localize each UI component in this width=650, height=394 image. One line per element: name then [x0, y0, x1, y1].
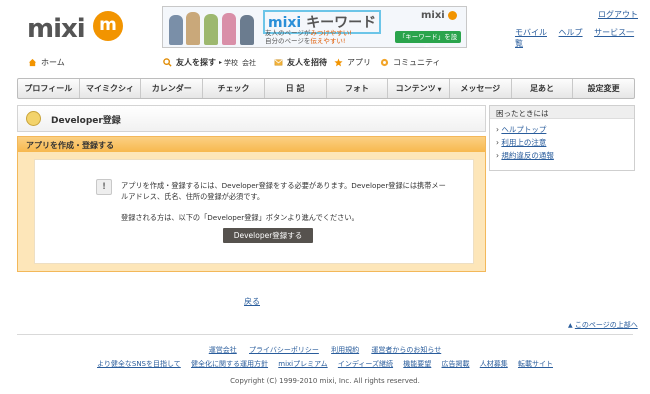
nav-footprints[interactable]: 足あと	[512, 79, 574, 98]
search-icon	[163, 58, 172, 67]
nav-contents[interactable]: コンテンツ ▼	[388, 79, 450, 98]
subnav-invite[interactable]: 友人を招待	[274, 57, 327, 68]
nav-diary[interactable]: 日 記	[265, 79, 327, 98]
footer-link[interactable]: インディーズ継続	[338, 360, 393, 368]
create-app-section: アプリを作成・登録する ! アプリを作成・登録するには、Developer登録を…	[17, 136, 486, 272]
developer-register-button[interactable]: Developer登録する	[223, 228, 313, 243]
banner-people-image	[167, 9, 259, 45]
page-title: Developer登録	[51, 116, 121, 126]
subnav-home[interactable]: ホーム	[28, 57, 65, 68]
nav-mymixi[interactable]: マイミクシィ	[80, 79, 142, 98]
sub-nav: ホーム 友人を探す ▸ 学校 会社 友人を招待 アプリ コミュニティ	[25, 54, 633, 72]
nav-message[interactable]: メッセージ	[450, 79, 512, 98]
app-star-icon	[334, 58, 343, 67]
help-link-item[interactable]: › 規約違反の通報	[496, 150, 554, 161]
subnav-app[interactable]: アプリ	[334, 57, 371, 68]
help-link[interactable]: ヘルプ	[559, 28, 583, 37]
help-box-title: 困ったときには	[496, 109, 549, 118]
mixi-badge-icon	[448, 10, 458, 20]
footer-link[interactable]: 健全化に関する運用方針	[191, 360, 268, 368]
footer-links-row2: より健全なSNSを目指して 健全化に関する運用方針 mixiプレミアム インディ…	[0, 359, 650, 369]
footer-links-row1: 運営会社 プライバシーポリシー 利用規約 運営者からのお知らせ	[0, 345, 650, 355]
keyword-banner[interactable]: mixi キーワード 友人のページがみつけやすい! 自分のページを伝えやすい! …	[162, 6, 467, 48]
help-link-item[interactable]: › 利用上の注意	[496, 137, 546, 148]
logout-link[interactable]: ログアウト	[598, 9, 638, 20]
section-title: アプリを作成・登録する	[26, 141, 114, 150]
banner-brand: mixi	[421, 10, 458, 21]
page-top-link[interactable]: ▲ このページの上部へ	[568, 320, 638, 330]
company-link: 会社	[242, 58, 257, 67]
mail-icon	[274, 59, 283, 66]
footer-link[interactable]: 運営者からのお知らせ	[371, 346, 441, 354]
mixi-logo[interactable]: mixi m	[27, 10, 127, 44]
nav-calendar[interactable]: カレンダー	[141, 79, 204, 98]
help-box: 困ったときには › ヘルプトップ › 利用上の注意 › 規約違反の通報	[489, 105, 635, 171]
footer-link[interactable]: mixiプレミアム	[278, 360, 327, 368]
warning-icon: !	[96, 179, 112, 195]
school-link: 学校	[224, 58, 239, 67]
logo-badge-icon: m	[93, 11, 123, 41]
page-title-bar: Developer登録	[17, 105, 486, 132]
subnav-community[interactable]: コミュニティ	[380, 57, 441, 68]
footer-link[interactable]: 人材募集	[480, 360, 508, 368]
smiley-icon	[26, 111, 41, 126]
section-body: ! アプリを作成・登録するには、Developer登録をする必要があります。De…	[34, 159, 474, 264]
footer-link[interactable]: より健全なSNSを目指して	[97, 360, 181, 368]
footer-link[interactable]: 運営会社	[209, 346, 237, 354]
help-link-item[interactable]: › ヘルプトップ	[496, 124, 546, 135]
banner-keyword-button[interactable]: 「キーワード」を設定!	[395, 31, 461, 47]
mobile-link[interactable]: モバイル	[515, 28, 547, 37]
instruction-message: 登録される方は、以下の「Developer登録」ボタンより進んでください。	[121, 213, 359, 222]
top-links: モバイル ヘルプ サービス一覧	[515, 27, 650, 49]
global-nav: プロフィール マイミクシィ カレンダー チェック 日 記 フォト コンテンツ ▼ …	[17, 78, 635, 99]
dropdown-arrow-icon: ▼	[437, 87, 442, 93]
section-header: アプリを作成・登録する	[18, 137, 485, 152]
home-icon	[28, 58, 37, 67]
footer-link[interactable]: プライバシーポリシー	[249, 346, 319, 354]
up-arrow-icon: ▲	[568, 322, 573, 329]
footer-link[interactable]: 利用規約	[331, 346, 359, 354]
logo-text: mixi	[27, 14, 86, 44]
back-link[interactable]: 戻る	[244, 296, 260, 307]
requirement-message: アプリを作成・登録するには、Developer登録をする必要があります。Deve…	[121, 181, 446, 201]
nav-check[interactable]: チェック	[203, 79, 265, 98]
nav-settings[interactable]: 設定変更	[573, 79, 634, 98]
nav-photo[interactable]: フォト	[327, 79, 389, 98]
footer-link[interactable]: 広告掲載	[442, 360, 470, 368]
copyright: Copyright (C) 1999-2010 mixi, Inc. All r…	[230, 377, 420, 385]
banner-text: 友人のページがみつけやすい! 自分のページを伝えやすい!	[265, 29, 352, 45]
subnav-find-friends[interactable]: 友人を探す ▸ 学校 会社	[163, 57, 256, 68]
footer-divider	[17, 334, 633, 335]
community-icon	[380, 58, 389, 67]
footer-link[interactable]: 機能要望	[403, 360, 431, 368]
help-box-header: 困ったときには	[490, 106, 634, 119]
footer-link[interactable]: 転載サイト	[518, 360, 553, 368]
nav-profile[interactable]: プロフィール	[18, 79, 80, 98]
